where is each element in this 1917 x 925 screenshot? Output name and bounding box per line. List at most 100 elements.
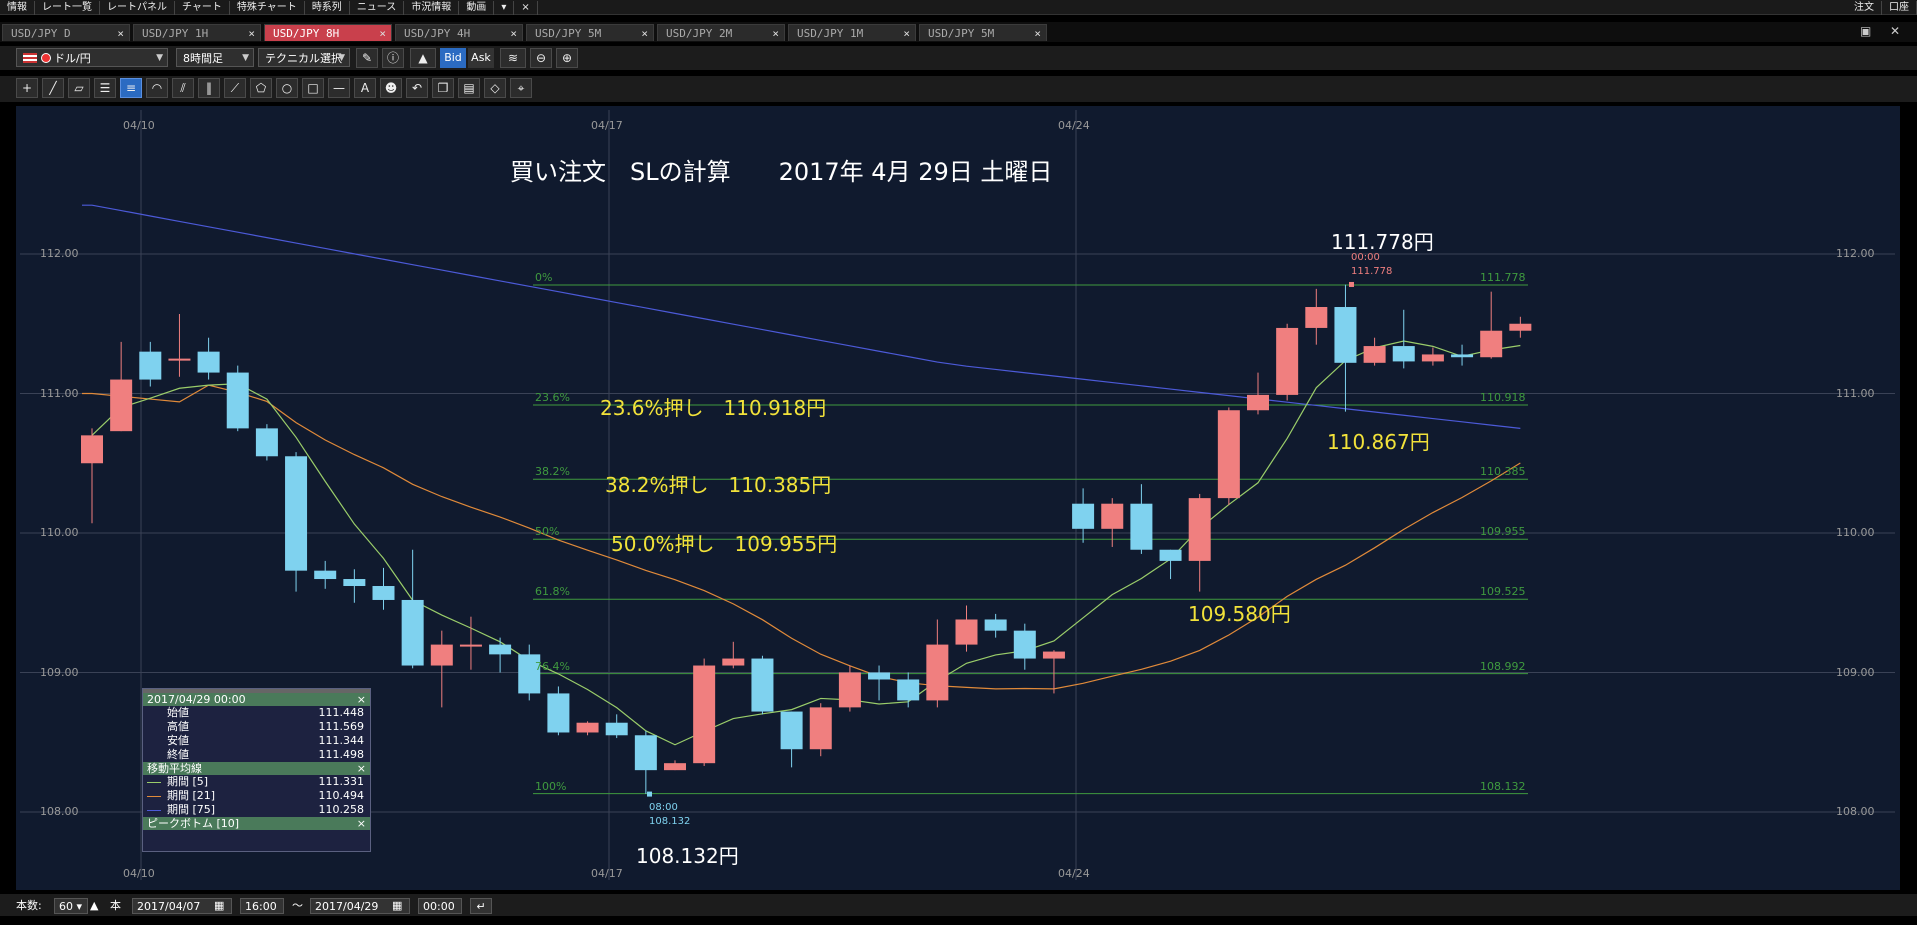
info-label: 終値 (167, 748, 189, 761)
annotation-high: 111.778円 (1331, 230, 1434, 254)
info-header: 2017/04/29 00:00 × (143, 693, 370, 706)
fib-pct-label: 76.4% (535, 659, 570, 673)
from-time-input[interactable]: 16:00 (240, 898, 284, 914)
status-bar: 本数: 60 ▾ ▲ 本 2017/04/07 ▦ 16:00 〜 2017/0… (0, 894, 1917, 916)
fib-pct-label: 100% (535, 779, 567, 793)
candle-body (1013, 630, 1036, 659)
fib-pct-label: 0% (535, 270, 553, 284)
candle-body (809, 707, 832, 750)
count-up-icon[interactable]: ▲ (90, 898, 98, 914)
y-axis-label-right: 109.00 (1836, 665, 1875, 679)
candle-body (1130, 503, 1153, 550)
candle-body (1451, 354, 1474, 358)
close-icon[interactable]: × (357, 693, 366, 706)
candle-body (751, 658, 774, 712)
annotation-110867: 110.867円 (1327, 430, 1430, 454)
calendar-icon[interactable]: ▦ (214, 898, 224, 914)
ma-label: 期間 [75] (167, 803, 216, 816)
candle-body (1305, 307, 1328, 328)
ma21-swatch (147, 796, 161, 797)
candle-body (110, 379, 133, 432)
y-axis-label-right: 111.00 (1836, 386, 1875, 400)
info-row-open: 始値 111.448 (143, 706, 370, 720)
candle-body (1247, 394, 1269, 411)
candle-body (401, 599, 424, 666)
peak-value-label: 111.778 (1351, 266, 1393, 277)
x-axis-label-top: 04/10 (123, 119, 155, 132)
candle-body (693, 665, 716, 764)
candle-body (1363, 346, 1386, 363)
info-label: 高値 (167, 720, 189, 733)
candle-body (372, 586, 395, 600)
y-axis-label-left: 108.00 (40, 805, 79, 818)
candle-body (1072, 503, 1095, 529)
candle-body (81, 435, 103, 464)
close-icon[interactable]: × (357, 817, 366, 830)
x-axis-label-bottom: 04/17 (591, 867, 623, 880)
fib-value-label: 109.955 (1480, 525, 1526, 539)
annotation-109580: 109.580円 (1188, 602, 1291, 626)
candle-body (1421, 354, 1444, 362)
count-value: 60 (59, 900, 73, 913)
close-icon[interactable]: × (357, 762, 366, 775)
fib-pct-label: 38.2% (535, 465, 570, 479)
candle-body (722, 658, 745, 666)
candle-body (226, 372, 249, 429)
annotation-fib-236: 23.6%押し 110.918円 (600, 396, 827, 420)
x-axis-label-top: 04/24 (1058, 119, 1090, 132)
annotation-fib-500: 50.0%押し 109.955円 (611, 532, 838, 556)
candle-body (1101, 503, 1124, 529)
fib-value-label: 108.132 (1480, 779, 1526, 793)
to-time-input[interactable]: 00:00 (418, 898, 462, 914)
candle-body (780, 711, 803, 750)
candle-body (255, 428, 278, 457)
candle-body (955, 619, 978, 645)
data-window[interactable]: 2017/04/29 00:00 × 始値 111.448 高値 111.569 安値… (142, 688, 371, 852)
candle-body (1334, 307, 1357, 363)
calendar-icon[interactable]: ▦ (392, 898, 402, 914)
bottom-value-label: 108.132 (649, 816, 691, 827)
fib-value-label: 110.385 (1480, 465, 1526, 479)
count-select[interactable]: 60 ▾ (54, 898, 88, 914)
ma-header-label: 移動平均線 (147, 762, 202, 775)
ma-label: 期間 [5] (167, 775, 209, 788)
y-axis-label-right: 108.00 (1836, 805, 1875, 818)
bottom-marker (647, 791, 652, 797)
ma-row-75: 期間 [75] 110.258 (143, 803, 370, 817)
candle-body (1392, 346, 1415, 362)
info-label: 始値 (167, 706, 189, 719)
x-axis-label-bottom: 04/10 (123, 867, 155, 880)
bottom-time-label: 08:00 (649, 802, 678, 813)
candle-body (634, 735, 657, 771)
info-value: 111.569 (318, 720, 365, 733)
candle-body (984, 619, 1007, 631)
candle-body (664, 763, 686, 771)
candle-body (897, 679, 920, 701)
count-label: 本数: (16, 899, 42, 912)
candle-body (489, 644, 512, 655)
info-value: 111.498 (318, 748, 365, 761)
candle-body (168, 358, 191, 361)
y-axis-label-left: 109.00 (40, 665, 79, 679)
ma75-swatch (147, 810, 161, 811)
candle-body (547, 693, 570, 733)
fib-value-label: 108.992 (1480, 659, 1526, 673)
fib-value-label: 109.525 (1480, 585, 1526, 599)
ma-value: 110.258 (318, 803, 365, 816)
candle-body (926, 644, 949, 701)
info-row-close: 終値 111.498 (143, 748, 370, 762)
info-row-high: 高値 111.569 (143, 720, 370, 734)
ma-row-5: 期間 [5] 111.331 (143, 775, 370, 789)
candle-body (1480, 330, 1503, 358)
candle-body (197, 351, 220, 373)
return-icon[interactable]: ↵ (470, 898, 492, 914)
y-axis-label-left: 112.00 (40, 247, 79, 260)
fib-value-label: 111.778 (1480, 270, 1526, 284)
candle-body (1188, 498, 1211, 561)
y-axis-label-right: 110.00 (1836, 526, 1875, 539)
peak-bottom-header: ピークボトム [10] × (143, 817, 370, 830)
fib-pct-label: 50% (535, 525, 560, 539)
info-value: 111.448 (318, 706, 365, 719)
ma5-swatch (147, 782, 161, 783)
info-timestamp: 2017/04/29 00:00 (147, 693, 246, 706)
